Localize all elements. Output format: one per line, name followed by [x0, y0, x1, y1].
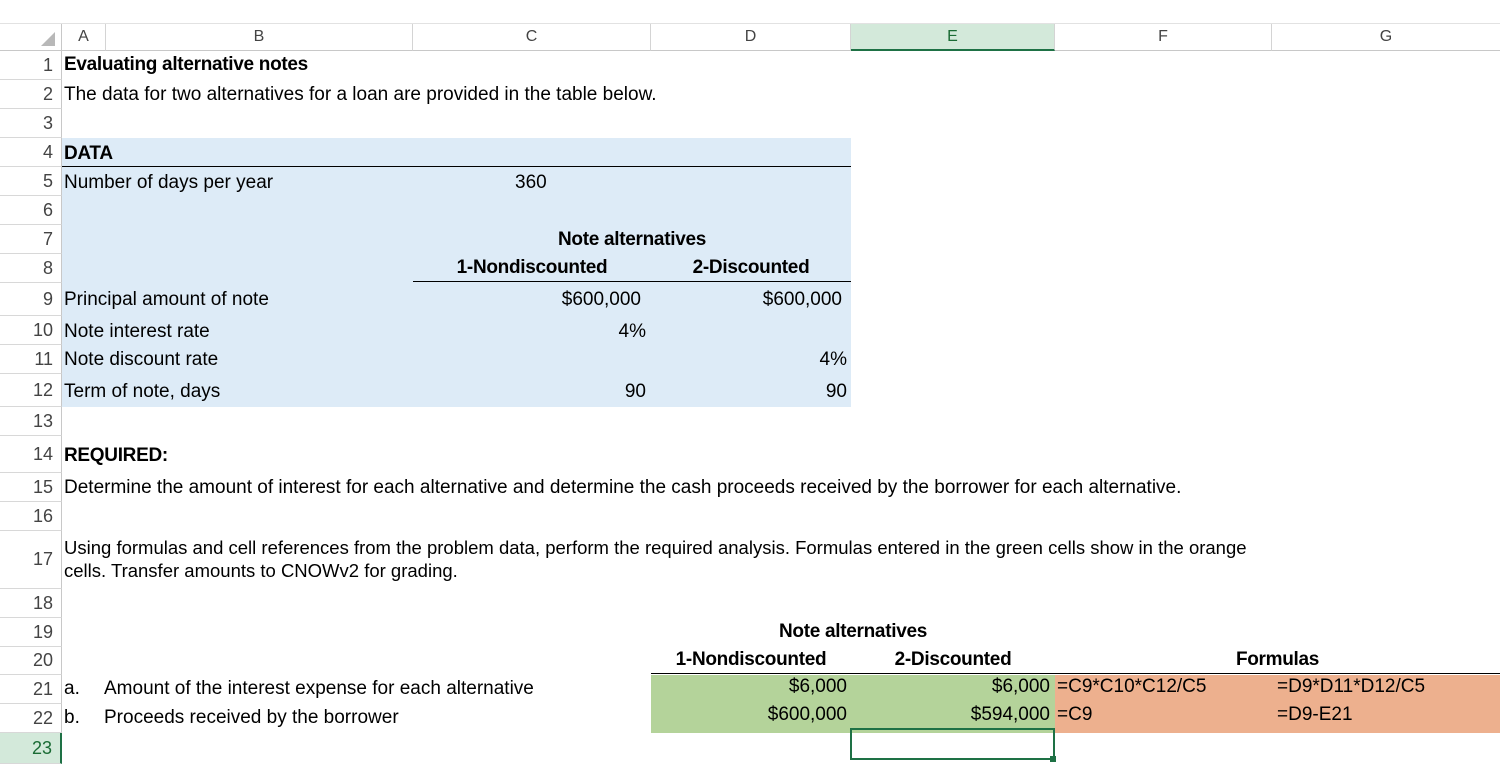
column-header-a[interactable]: A [62, 24, 106, 51]
column-header-e[interactable]: E [851, 24, 1055, 51]
fill-handle[interactable] [1050, 756, 1056, 762]
data-heading[interactable]: DATA [64, 143, 113, 165]
row-header-11[interactable]: 11 [0, 345, 62, 374]
term-alt2[interactable]: 90 [651, 381, 847, 403]
row-header-13[interactable]: 13 [0, 407, 62, 436]
formulas-heading[interactable]: Formulas [1055, 649, 1500, 671]
days-label[interactable]: Number of days per year [64, 172, 273, 194]
interest-rate-label[interactable]: Note interest rate [64, 321, 210, 343]
row-header-14[interactable]: 14 [0, 436, 62, 473]
item-b-alt1-cell[interactable]: $600,000 [651, 704, 847, 726]
row-header-7[interactable]: 7 [0, 225, 62, 254]
principal-label[interactable]: Principal amount of note [64, 289, 269, 311]
row-header-12[interactable]: 12 [0, 374, 62, 407]
data-heading-border [62, 166, 851, 167]
days-value[interactable]: 360 [515, 172, 547, 194]
column-header-d[interactable]: D [651, 24, 851, 51]
row-header-6[interactable]: 6 [0, 196, 62, 225]
required-text[interactable]: Determine the amount of interest for eac… [64, 477, 1181, 499]
row-header-16[interactable]: 16 [0, 502, 62, 531]
row-header-19[interactable]: 19 [0, 618, 62, 647]
term-alt1[interactable]: 90 [413, 381, 646, 403]
row-header-17[interactable]: 17 [0, 531, 62, 589]
row-header-21[interactable]: 21 [0, 675, 62, 704]
item-b-alt2-cell[interactable]: $594,000 [851, 704, 1050, 726]
alt2-heading[interactable]: 2-Discounted [651, 257, 851, 279]
answer-note-alternatives-heading[interactable]: Note alternatives [651, 621, 1055, 643]
row-header-4[interactable]: 4 [0, 138, 62, 167]
intro-text[interactable]: The data for two alternatives for a loan… [64, 84, 657, 106]
sheet-top-strip [0, 0, 1500, 24]
row-header-22[interactable]: 22 [0, 704, 62, 733]
row-header-20[interactable]: 20 [0, 647, 62, 675]
discount-rate-alt2[interactable]: 4% [651, 349, 847, 371]
item-a-letter[interactable]: a. [64, 678, 80, 700]
alt1-heading[interactable]: 1-Nondiscounted [413, 257, 651, 279]
discount-rate-label[interactable]: Note discount rate [64, 349, 218, 371]
principal-alt2[interactable]: $600,000 [651, 289, 842, 311]
item-b-formula1[interactable]: =C9 [1057, 704, 1092, 726]
select-all-triangle-icon [41, 32, 55, 46]
column-header-f[interactable]: F [1055, 24, 1272, 51]
item-a-formula1[interactable]: =C9*C10*C12/C5 [1057, 676, 1206, 698]
row-header-2[interactable]: 2 [0, 80, 62, 109]
row-header-23[interactable]: 23 [0, 733, 62, 764]
column-header-b[interactable]: B [106, 24, 413, 51]
item-a-alt2-cell[interactable]: $6,000 [851, 676, 1050, 698]
row-header-15[interactable]: 15 [0, 473, 62, 502]
row-header-5[interactable]: 5 [0, 167, 62, 196]
item-a-alt1-cell[interactable]: $6,000 [651, 676, 847, 698]
required-heading[interactable]: REQUIRED: [64, 445, 168, 467]
answer-alt2-heading[interactable]: 2-Discounted [851, 649, 1055, 671]
principal-alt1[interactable]: $600,000 [413, 289, 641, 311]
row-header-3[interactable]: 3 [0, 109, 62, 138]
item-b-letter[interactable]: b. [64, 707, 80, 729]
select-all-corner[interactable] [0, 24, 62, 51]
row-header-1[interactable]: 1 [0, 51, 62, 80]
alt-header-border [413, 281, 851, 282]
row-header-10[interactable]: 10 [0, 316, 62, 345]
answer-alt1-heading[interactable]: 1-Nondiscounted [651, 649, 851, 671]
instructions-text[interactable]: Using formulas and cell references from … [64, 536, 1279, 582]
item-b-label[interactable]: Proceeds received by the borrower [104, 707, 399, 729]
interest-rate-alt1[interactable]: 4% [413, 321, 646, 343]
item-a-label[interactable]: Amount of the interest expense for each … [104, 678, 534, 700]
row-header-18[interactable]: 18 [0, 589, 62, 618]
answer-header-border [651, 673, 1500, 674]
row-header-9[interactable]: 9 [0, 283, 62, 316]
sheet-title[interactable]: Evaluating alternative notes [64, 54, 308, 76]
item-a-formula2[interactable]: =D9*D11*D12/C5 [1277, 676, 1425, 698]
item-b-formula2[interactable]: =D9-E21 [1277, 704, 1353, 726]
row-header-8[interactable]: 8 [0, 254, 62, 283]
column-header-c[interactable]: C [413, 24, 651, 51]
active-cell-e23[interactable] [850, 728, 1055, 760]
note-alternatives-heading[interactable]: Note alternatives [413, 229, 851, 251]
column-header-g[interactable]: G [1272, 24, 1500, 51]
term-label[interactable]: Term of note, days [64, 381, 220, 403]
